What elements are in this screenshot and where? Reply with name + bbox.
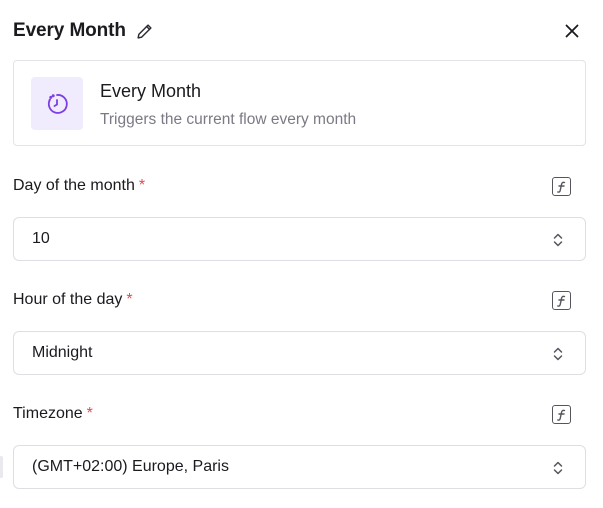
required-mark: * xyxy=(138,177,146,194)
formula-icon xyxy=(557,295,566,307)
day-of-month-value: 10 xyxy=(32,230,50,247)
hour-of-day-formula-button[interactable] xyxy=(552,291,571,310)
required-mark: * xyxy=(126,291,133,308)
clock-icon xyxy=(47,93,68,114)
timezone-formula-button[interactable] xyxy=(552,405,571,424)
timezone-label: Timezone * xyxy=(13,405,93,423)
edit-title-button[interactable] xyxy=(136,22,154,40)
field-label-text: Day of the month xyxy=(13,177,135,194)
panel-resize-handle[interactable] xyxy=(0,456,3,478)
chevron-updown-icon xyxy=(551,459,565,477)
panel-title: Every Month xyxy=(13,20,126,41)
trigger-card: Every Month Triggers the current flow ev… xyxy=(13,60,586,146)
chevron-updown-icon xyxy=(551,231,565,249)
hour-of-day-select[interactable]: Midnight xyxy=(13,331,586,375)
panel-header: Every Month xyxy=(13,17,583,45)
pencil-icon xyxy=(137,23,153,39)
hour-of-day-value: Midnight xyxy=(32,344,93,361)
trigger-settings-panel: Every Month Every Month Triggers the cur… xyxy=(0,0,603,508)
day-of-month-label: Day of the month * xyxy=(13,177,145,195)
trigger-title: Every Month xyxy=(100,81,202,101)
close-icon xyxy=(565,24,579,38)
timezone-value: (GMT+02:00) Europe, Paris xyxy=(32,458,229,475)
day-of-month-formula-button[interactable] xyxy=(552,177,571,196)
field-label-text: Timezone xyxy=(13,405,83,422)
trigger-description: Triggers the current flow every month xyxy=(100,111,357,128)
hour-of-day-label: Hour of the day * xyxy=(13,291,133,309)
day-of-month-select[interactable]: 10 xyxy=(13,217,586,261)
required-mark: * xyxy=(86,405,93,422)
close-button[interactable] xyxy=(561,20,583,42)
formula-icon xyxy=(557,181,566,193)
formula-icon xyxy=(557,409,566,421)
timezone-select[interactable]: (GMT+02:00) Europe, Paris xyxy=(13,445,586,489)
field-label-text: Hour of the day xyxy=(13,291,123,308)
trigger-icon-box xyxy=(31,77,83,130)
chevron-updown-icon xyxy=(551,345,565,363)
